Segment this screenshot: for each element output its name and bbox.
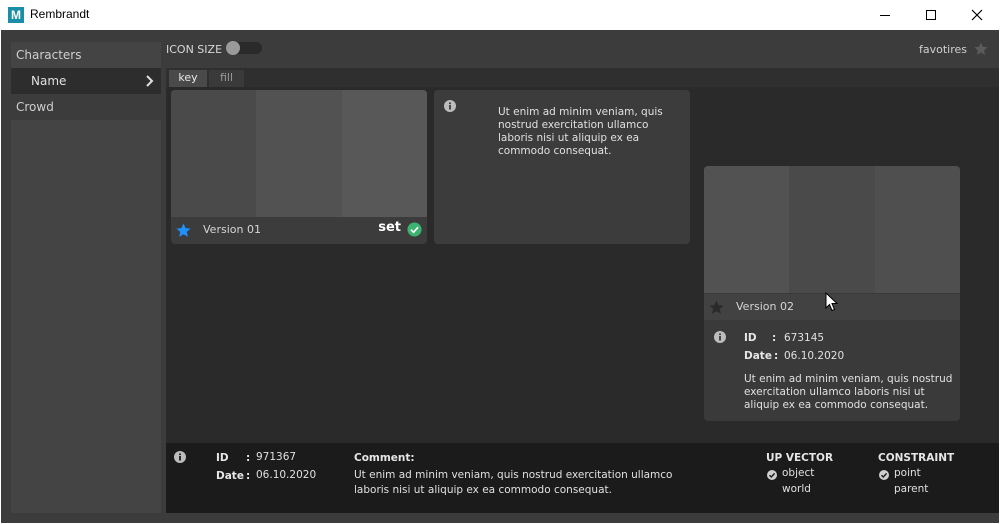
card-footer: Version 01 set	[171, 217, 427, 243]
option-parent[interactable]: parent	[894, 482, 928, 497]
content-area: Version 01 set Ut enim ad minim veniam, …	[166, 87, 999, 443]
tab-key[interactable]: key	[169, 70, 207, 87]
info-icon[interactable]	[444, 100, 456, 112]
id-separator: :	[772, 332, 777, 344]
card-description: Ut enim ad minim veniam, quis nostrud ex…	[498, 106, 663, 157]
details-panel: ID : 971367 Date : 06.10.2020 Comment: U…	[166, 443, 999, 513]
option-point[interactable]: point	[894, 466, 921, 481]
option-object[interactable]: object	[782, 466, 814, 481]
favorite-star-icon[interactable]	[175, 222, 192, 239]
minimize-button[interactable]	[862, 0, 908, 30]
date-separator: :	[774, 350, 779, 362]
toggle-knob	[226, 41, 240, 55]
icon-size-toggle[interactable]	[226, 41, 262, 55]
sidebar-item-label: Name	[31, 74, 67, 88]
version-card[interactable]: Version 01 set	[171, 90, 427, 244]
id-value: 971367	[256, 451, 297, 463]
comment-label: Comment:	[354, 452, 415, 464]
sidebar-item-characters[interactable]: Characters	[11, 42, 161, 68]
id-label: ID	[744, 332, 757, 344]
date-label: Date	[216, 470, 244, 482]
check-circle-icon[interactable]	[767, 470, 777, 480]
title-bar: M Rembrandt	[0, 0, 1000, 30]
tab-bar: key fill	[166, 68, 999, 87]
thumbnail	[704, 166, 960, 293]
minimize-icon	[880, 14, 890, 16]
constraint-title: CONSTRAINT	[878, 452, 955, 464]
set-label: set	[378, 220, 401, 235]
app-logo-icon: M	[8, 7, 24, 23]
version-label: Version 01	[203, 223, 261, 236]
id-value: 673145	[784, 332, 825, 344]
id-label: ID	[216, 452, 229, 464]
date-separator: :	[246, 470, 251, 482]
check-circle-icon	[407, 222, 422, 237]
option-world[interactable]: world	[782, 482, 811, 497]
up-vector-title: UP VECTOR	[766, 452, 834, 464]
window-title: Rembrandt	[30, 7, 90, 21]
maximize-icon	[926, 10, 936, 20]
favorites-label: favotires	[919, 43, 968, 56]
check-circle-icon[interactable]	[879, 470, 889, 480]
date-value: 06.10.2020	[784, 350, 845, 362]
date-label: Date	[744, 350, 772, 362]
icon-size-label: ICON SIZE	[166, 43, 223, 56]
close-icon	[971, 9, 983, 21]
favorite-star-icon[interactable]	[708, 299, 725, 316]
main-window: Characters Name Crowd ICON SIZE favotire…	[1, 30, 999, 523]
chevron-right-icon	[146, 75, 154, 87]
version-label: Version 02	[736, 300, 794, 313]
info-icon[interactable]	[174, 451, 186, 463]
id-separator: :	[246, 452, 251, 464]
mouse-cursor-icon	[825, 292, 839, 312]
description-card[interactable]: Ut enim ad minim veniam, quis nostrud ex…	[434, 90, 690, 244]
comment-text: Ut enim ad minim veniam, quis nostrud ex…	[354, 469, 673, 496]
sidebar-item-name[interactable]: Name	[11, 68, 161, 94]
thumbnail	[171, 90, 427, 217]
info-icon[interactable]	[714, 331, 726, 343]
date-value: 06.10.2020	[256, 469, 317, 481]
maximize-button[interactable]	[908, 0, 954, 30]
favorites-star-icon[interactable]	[973, 41, 989, 57]
sidebar-item-crowd[interactable]: Crowd	[11, 94, 161, 120]
card-description: Ut enim ad minim veniam, quis nostrud ex…	[744, 373, 953, 411]
close-button[interactable]	[954, 0, 1000, 30]
tab-fill[interactable]: fill	[209, 70, 244, 87]
sidebar: Characters Name Crowd	[11, 42, 161, 513]
